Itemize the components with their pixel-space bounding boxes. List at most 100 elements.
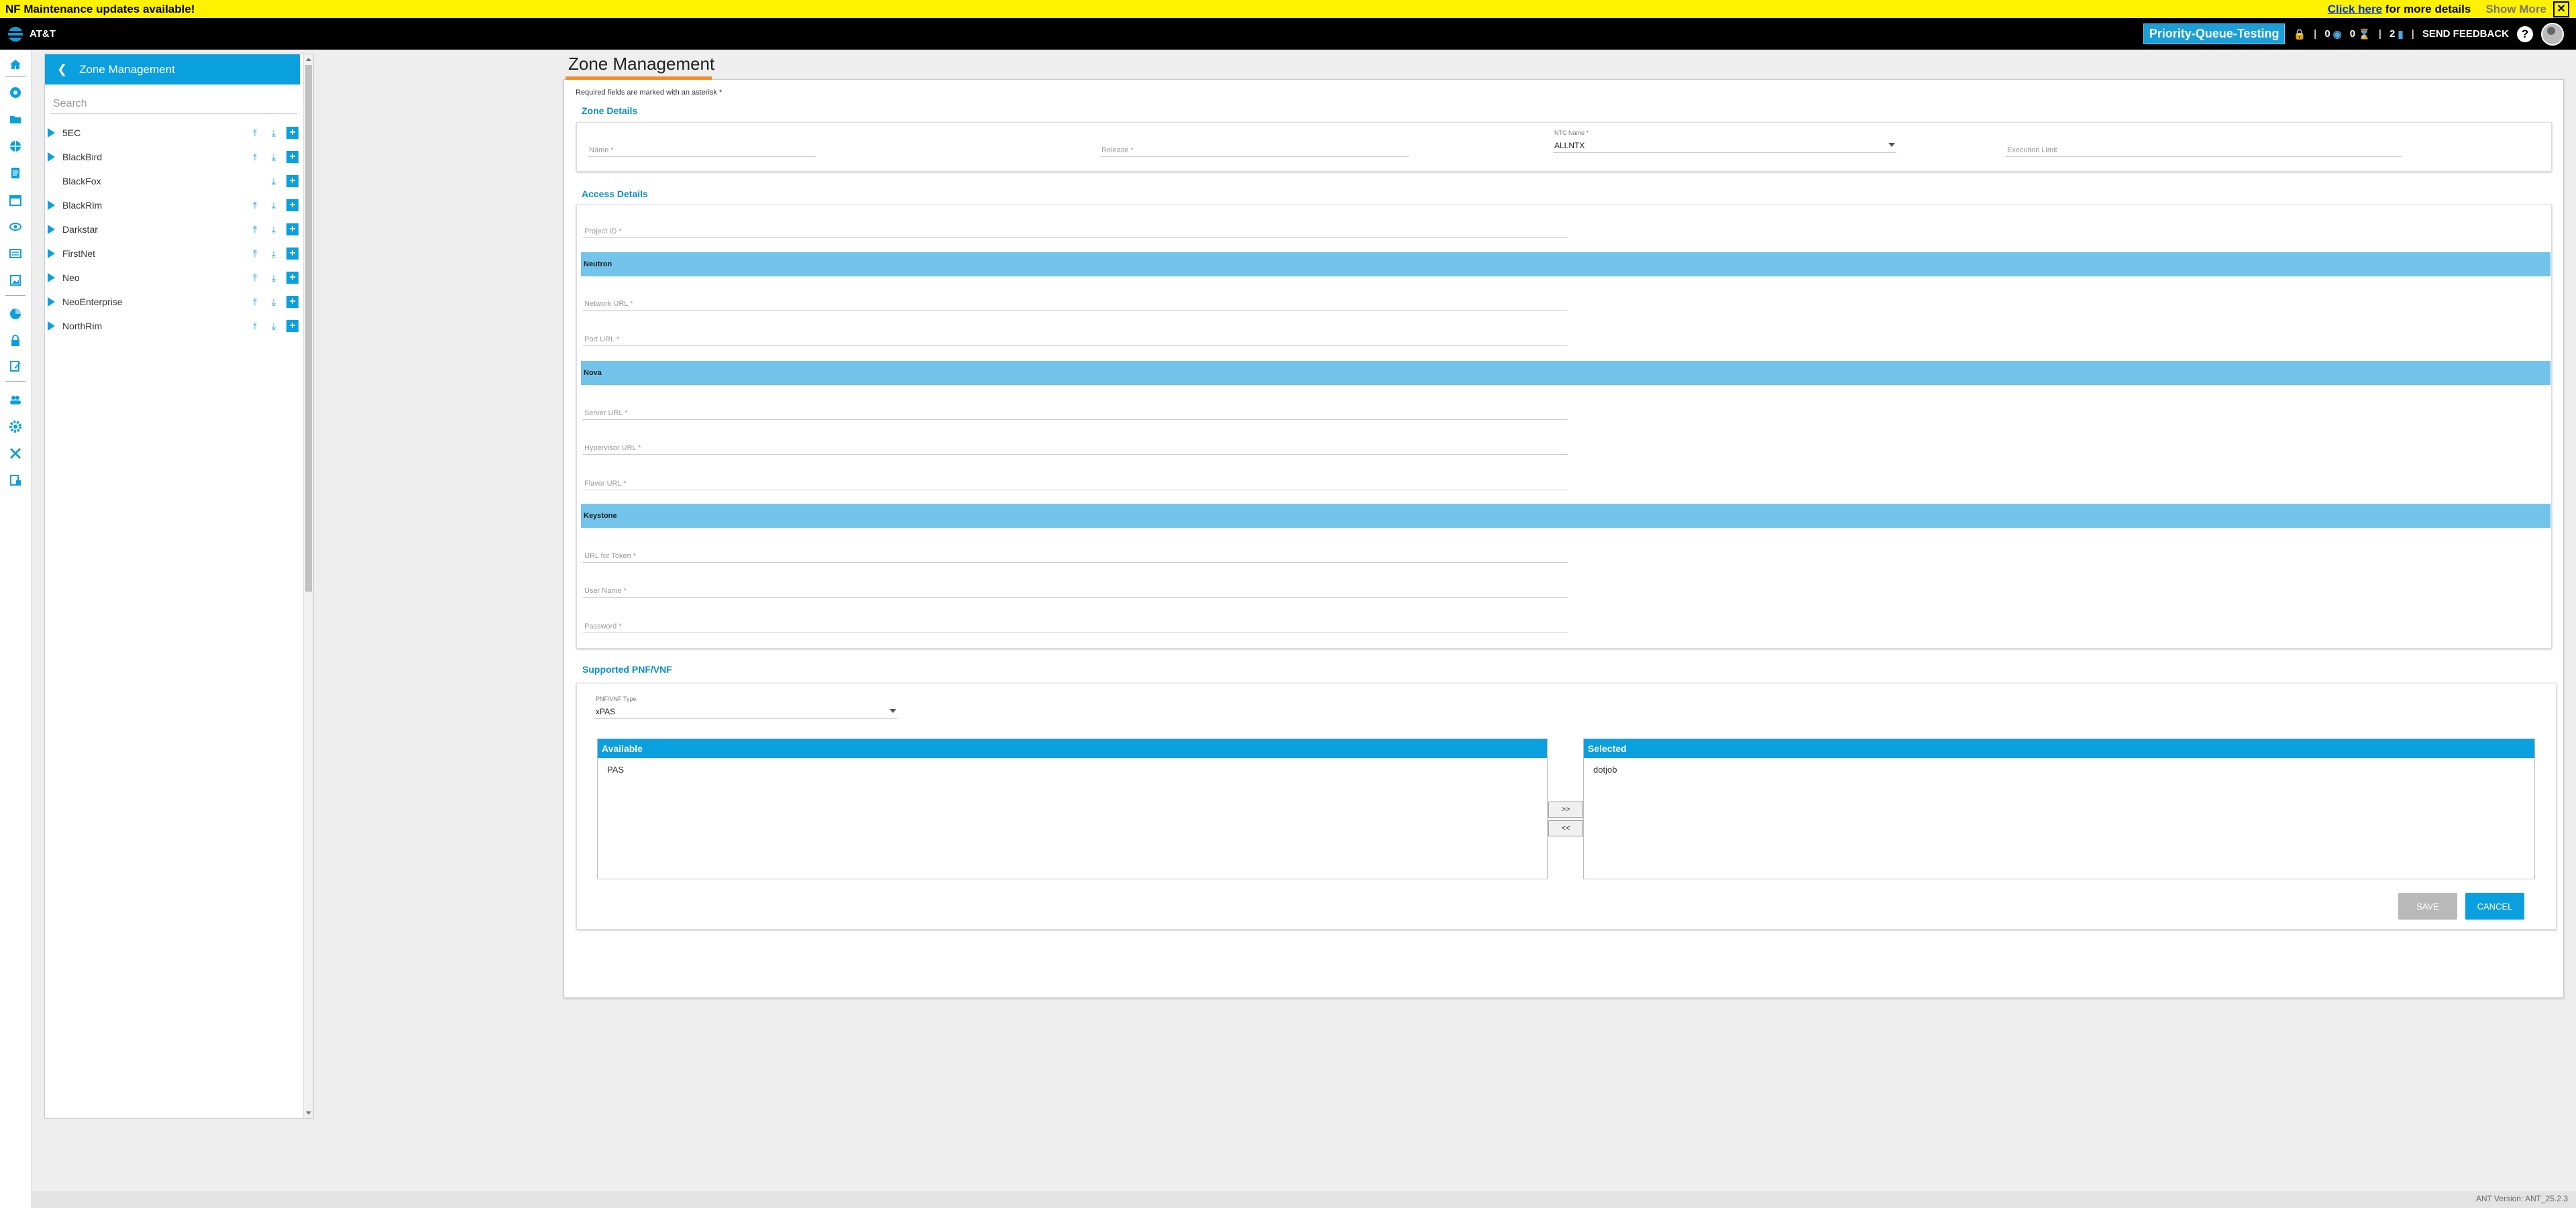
- expand-arrow-icon[interactable]: [48, 249, 55, 258]
- help-icon[interactable]: ?: [2517, 25, 2533, 42]
- project-id-field[interactable]: Project ID *: [583, 223, 1568, 238]
- execution-limit-field[interactable]: Execution Limit: [2006, 142, 2402, 157]
- add-icon[interactable]: +: [286, 320, 299, 332]
- lock-icon[interactable]: [9, 334, 22, 347]
- close-icon[interactable]: ✕: [2553, 1, 2569, 17]
- download-icon[interactable]: ⤓: [268, 223, 280, 235]
- chart-icon[interactable]: [9, 307, 22, 321]
- download-icon[interactable]: ⤓: [268, 248, 280, 260]
- send-feedback-button[interactable]: SEND FEEDBACK: [2422, 28, 2509, 40]
- add-icon[interactable]: +: [286, 248, 299, 260]
- count-b-value: 0: [2349, 28, 2356, 40]
- pnf-vnf-type-select[interactable]: PNF/VNF Type xPAS: [594, 696, 898, 719]
- show-more-link[interactable]: Show More: [2485, 3, 2546, 16]
- upload-icon[interactable]: ⤒: [249, 151, 261, 163]
- add-icon[interactable]: +: [286, 127, 299, 139]
- cancel-button[interactable]: CANCEL: [2465, 893, 2524, 920]
- download-icon[interactable]: ⤓: [268, 127, 280, 139]
- ntc-label: NTC Name *: [1554, 129, 1589, 136]
- upload-icon[interactable]: ⤒: [249, 248, 261, 260]
- expand-arrow-icon[interactable]: [48, 225, 55, 234]
- scroll-up-icon[interactable]: [306, 58, 311, 61]
- expand-arrow-icon[interactable]: [48, 152, 55, 162]
- avatar[interactable]: [2541, 22, 2564, 46]
- eye-icon[interactable]: [9, 220, 22, 233]
- upload-icon[interactable]: ⤒: [249, 127, 261, 139]
- server-url-field[interactable]: Server URL *: [583, 404, 1568, 420]
- upload-icon[interactable]: ⤒: [249, 223, 261, 235]
- add-icon[interactable]: +: [286, 223, 299, 235]
- expand-arrow-icon[interactable]: [48, 201, 55, 210]
- home-icon[interactable]: [9, 58, 22, 71]
- download-icon[interactable]: ⤓: [268, 296, 280, 308]
- report-icon[interactable]: [9, 474, 22, 487]
- upload-icon[interactable]: ⤒: [249, 296, 261, 308]
- search-input[interactable]: Search: [50, 95, 297, 114]
- environment-chip[interactable]: Priority-Queue-Testing: [2143, 23, 2286, 44]
- upload-icon[interactable]: ⤒: [249, 272, 261, 284]
- expand-arrow-icon[interactable]: [48, 297, 55, 307]
- download-icon[interactable]: ⤓: [268, 272, 280, 284]
- calendar-icon[interactable]: [9, 193, 22, 207]
- add-icon[interactable]: +: [286, 199, 299, 211]
- release-field[interactable]: Release *: [1100, 142, 1409, 157]
- users-icon[interactable]: [9, 393, 22, 406]
- upload-icon[interactable]: ⤒: [249, 199, 261, 211]
- add-icon[interactable]: +: [286, 272, 299, 284]
- available-item[interactable]: PAS: [598, 758, 1547, 775]
- tools-icon[interactable]: [9, 447, 22, 460]
- scroll-thumb[interactable]: [305, 65, 312, 592]
- rocket-icon[interactable]: [9, 86, 22, 99]
- upload-icon[interactable]: ⤒: [249, 320, 261, 332]
- notification-count-b[interactable]: 0 ⌛: [2350, 28, 2371, 40]
- ntc-name-select[interactable]: NTC Name * ALLNTX: [1553, 129, 1896, 153]
- tree-scrollbar[interactable]: [303, 54, 313, 1118]
- add-icon[interactable]: +: [286, 296, 299, 308]
- lock-icon[interactable]: 🔒: [2293, 28, 2306, 40]
- notification-count-a[interactable]: 0 ◉: [2324, 28, 2341, 40]
- banner-link[interactable]: Click here: [2328, 3, 2382, 15]
- move-left-button[interactable]: <<: [1548, 820, 1583, 836]
- download-icon[interactable]: ⤓: [268, 199, 280, 211]
- user-name-field[interactable]: User Name *: [583, 582, 1568, 598]
- globe-icon[interactable]: [9, 140, 22, 153]
- save-button[interactable]: SAVE: [2398, 893, 2457, 920]
- tree-item[interactable]: NeoEnterprise ⤒ ⤓ +: [45, 290, 300, 313]
- password-field[interactable]: Password *: [583, 618, 1568, 633]
- hypervisor-url-field[interactable]: Hypervisor URL *: [583, 439, 1568, 455]
- tree-item[interactable]: Darkstar ⤒ ⤓ +: [45, 218, 300, 241]
- flavor-url-field[interactable]: Flavor URL *: [583, 475, 1568, 490]
- tree-item[interactable]: BlackRim ⤒ ⤓ +: [45, 194, 300, 217]
- edit-icon[interactable]: [9, 360, 22, 373]
- port-url-field[interactable]: Port URL *: [583, 331, 1568, 346]
- image-icon[interactable]: [9, 274, 22, 287]
- list-icon[interactable]: [9, 247, 22, 260]
- tree-item[interactable]: BlackBird ⤒ ⤓ +: [45, 146, 300, 168]
- notification-count-c[interactable]: 2 ▮: [2390, 28, 2404, 40]
- expand-arrow-icon[interactable]: [48, 273, 55, 282]
- tree-item[interactable]: Neo ⤒ ⤓ +: [45, 266, 300, 289]
- chevron-left-icon[interactable]: ❮: [57, 62, 67, 76]
- tree-item[interactable]: BlackFox⤒⤓+: [45, 170, 300, 193]
- expand-arrow-icon[interactable]: [48, 128, 55, 138]
- tree-item[interactable]: 5EC ⤒ ⤓ +: [45, 121, 300, 144]
- selected-item[interactable]: dotjob: [1584, 758, 2534, 775]
- expand-arrow-icon[interactable]: [48, 321, 55, 331]
- download-icon[interactable]: ⤓: [268, 151, 280, 163]
- download-icon[interactable]: ⤓: [268, 175, 280, 187]
- tree-item[interactable]: NorthRim ⤒ ⤓ +: [45, 315, 300, 337]
- brand[interactable]: AT&T: [8, 26, 56, 42]
- add-icon[interactable]: +: [286, 175, 299, 187]
- document-icon[interactable]: [9, 166, 22, 180]
- move-right-button[interactable]: >>: [1548, 802, 1583, 818]
- tree-item[interactable]: FirstNet ⤒ ⤓ +: [45, 242, 300, 265]
- settings-icon[interactable]: [9, 420, 22, 433]
- tree-header[interactable]: ❮ Zone Management: [45, 54, 300, 85]
- name-field[interactable]: Name *: [588, 142, 816, 157]
- token-url-field[interactable]: URL for Token *: [583, 547, 1568, 563]
- download-icon[interactable]: ⤓: [268, 320, 280, 332]
- folder-icon[interactable]: [9, 113, 22, 126]
- scroll-down-icon[interactable]: [306, 1111, 311, 1115]
- network-url-field[interactable]: Network URL *: [583, 295, 1568, 311]
- add-icon[interactable]: +: [286, 151, 299, 163]
